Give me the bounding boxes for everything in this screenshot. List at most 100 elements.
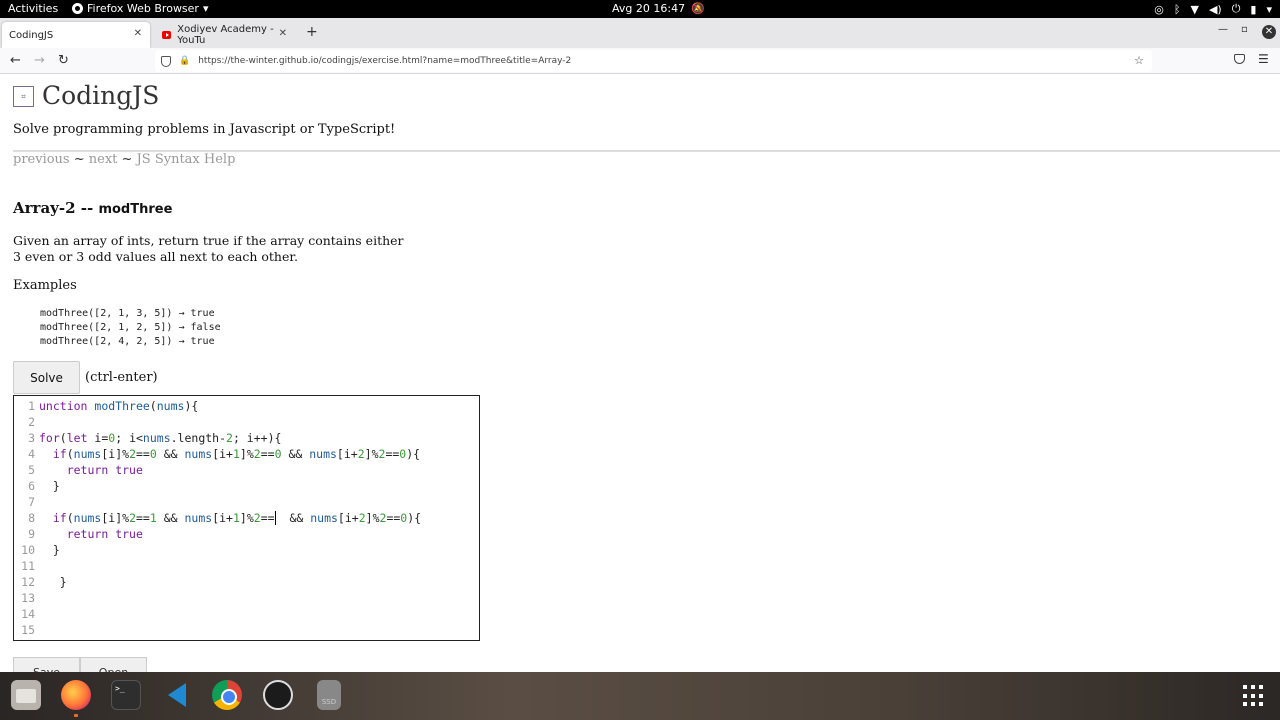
tab-strip: CodingJS ✕ Xodiyev Academy - YouTu ✕ + —… bbox=[0, 18, 1280, 48]
code-line[interactable]: 13 bbox=[14, 590, 479, 606]
bluetooth-icon: ᛒ bbox=[1173, 2, 1181, 16]
app-menu[interactable]: Firefox Web Browser ▾ bbox=[72, 2, 209, 15]
files-icon[interactable] bbox=[11, 680, 41, 710]
problem-category: Array-2 -- bbox=[13, 199, 99, 217]
code-line[interactable]: 11 bbox=[14, 558, 479, 574]
code-text[interactable]: } bbox=[39, 478, 60, 494]
line-number: 9 bbox=[28, 527, 35, 541]
code-line[interactable]: 3 for(let i=0; i<nums.length-2; i++){ bbox=[14, 430, 479, 446]
show-applications-icon[interactable] bbox=[1243, 685, 1265, 707]
code-line[interactable]: 14 bbox=[14, 606, 479, 622]
code-line[interactable]: 4 if(nums[i]%2==0 && nums[i+1]%2==0 && n… bbox=[14, 446, 479, 462]
line-number: 15 bbox=[21, 623, 35, 637]
code-text[interactable]: return true bbox=[39, 526, 143, 542]
hamburger-menu-icon[interactable]: ☰ bbox=[1258, 52, 1269, 66]
terminal-icon[interactable]: >_ bbox=[111, 680, 141, 710]
restore-icon[interactable]: ▫ bbox=[1241, 24, 1248, 35]
clock[interactable]: Avg 20 16:47 🔕 bbox=[612, 2, 705, 15]
line-number: 5 bbox=[28, 463, 35, 477]
code-line[interactable]: 7 bbox=[14, 494, 479, 510]
save-button[interactable]: Save bbox=[13, 657, 80, 672]
minimize-icon[interactable]: — bbox=[1218, 24, 1228, 35]
forward-icon[interactable]: → bbox=[34, 53, 45, 68]
line-number: 11 bbox=[21, 559, 35, 573]
pocket-icon[interactable] bbox=[1234, 54, 1245, 64]
code-text[interactable]: for(let i=0; i<nums.length-2; i++){ bbox=[39, 430, 281, 446]
code-line[interactable]: 5 return true bbox=[14, 462, 479, 478]
line-number: 6 bbox=[28, 479, 35, 493]
problem-title: Array-2 -- modThree bbox=[13, 199, 172, 217]
code-text[interactable]: } bbox=[39, 574, 67, 590]
back-icon[interactable]: ← bbox=[10, 53, 21, 68]
tab-youtube[interactable]: Xodiyev Academy - YouTu ✕ bbox=[155, 22, 295, 48]
solve-shortcut-hint: (ctrl-enter) bbox=[85, 370, 158, 385]
previous-link[interactable]: previous bbox=[13, 152, 70, 167]
close-icon[interactable]: ✕ bbox=[134, 28, 142, 39]
navigation-bar: ← → ↻ 🔒 https://the-winter.github.io/cod… bbox=[0, 48, 1280, 74]
chevron-down-icon: ▾ bbox=[1266, 2, 1272, 16]
obs-icon[interactable] bbox=[263, 680, 293, 710]
code-line[interactable]: 6 } bbox=[14, 478, 479, 494]
notifications-muted-icon: 🔕 bbox=[691, 2, 705, 15]
code-text[interactable]: unction modThree(nums){ bbox=[39, 398, 198, 414]
code-line[interactable]: 8 if(nums[i]%2==1 && nums[i+1]%2== && nu… bbox=[14, 510, 479, 526]
next-link[interactable]: next bbox=[89, 152, 118, 167]
code-line[interactable]: 9 return true bbox=[14, 526, 479, 542]
dock: >_ SSD bbox=[0, 672, 1280, 720]
activities-button[interactable]: Activities bbox=[8, 2, 58, 15]
code-text[interactable]: } bbox=[39, 542, 60, 558]
file-buttons: Save Open bbox=[13, 657, 147, 672]
code-text[interactable]: if(nums[i]%2==0 && nums[i+1]%2==0 && num… bbox=[39, 446, 420, 462]
power-icon: ⏻ bbox=[1231, 2, 1241, 15]
code-line[interactable]: 1 unction modThree(nums){ bbox=[14, 398, 479, 414]
code-line[interactable]: 2 bbox=[14, 414, 479, 430]
url-bar[interactable]: 🔒 https://the-winter.github.io/codingjs/… bbox=[155, 50, 1152, 72]
vscode-icon[interactable] bbox=[162, 680, 192, 710]
problem-name: modThree bbox=[98, 202, 173, 217]
tab-label: Xodiyev Academy - YouTu bbox=[177, 24, 274, 46]
ssd-icon[interactable]: SSD bbox=[317, 680, 341, 710]
app-menu-label: Firefox Web Browser bbox=[87, 2, 199, 15]
new-tab-button[interactable]: + bbox=[306, 24, 318, 40]
tab-codingjs[interactable]: CodingJS ✕ bbox=[2, 22, 150, 48]
example-item: modThree([2, 4, 2, 5]) → true bbox=[40, 336, 215, 347]
examples-list: modThree([2, 1, 3, 5]) → true modThree([… bbox=[40, 307, 221, 349]
open-button[interactable]: Open bbox=[80, 657, 147, 672]
line-number: 12 bbox=[21, 575, 35, 589]
tagline: Solve programming problems in Javascript… bbox=[13, 122, 396, 137]
close-icon[interactable]: ✕ bbox=[279, 28, 287, 39]
line-number: 7 bbox=[28, 495, 35, 509]
youtube-icon bbox=[162, 31, 172, 39]
code-editor[interactable]: 1 unction modThree(nums){ 2 3 for(let i=0;… bbox=[13, 395, 480, 641]
firefox-icon[interactable] bbox=[61, 680, 91, 710]
code-line[interactable]: 12 } bbox=[14, 574, 479, 590]
line-number: 3 bbox=[28, 431, 35, 445]
lock-icon[interactable]: 🔒 bbox=[179, 56, 190, 66]
bookmark-star-icon[interactable]: ☆ bbox=[1134, 54, 1144, 67]
separator: ~ bbox=[69, 152, 89, 167]
exercise-nav: previous ~ next ~ JS Syntax Help bbox=[13, 152, 235, 167]
datetime: Avg 20 16:47 bbox=[612, 2, 686, 15]
line-number: 8 bbox=[28, 511, 35, 525]
system-tray[interactable]: ◎ ᛒ ▼ ◀) ⏻ ▮ ▾ bbox=[1154, 2, 1272, 16]
code-line[interactable]: 15 bbox=[14, 622, 479, 638]
close-window-icon[interactable]: ✕ bbox=[1262, 25, 1276, 39]
reload-icon[interactable]: ↻ bbox=[58, 53, 69, 68]
volume-icon: ◀) bbox=[1208, 2, 1222, 16]
page-content: ⌗ CodingJS Solve programming problems in… bbox=[0, 75, 1280, 672]
tab-label: CodingJS bbox=[9, 29, 54, 41]
tracking-shield-icon[interactable] bbox=[161, 55, 171, 67]
solve-button[interactable]: Solve bbox=[13, 361, 80, 394]
code-line[interactable]: 10 } bbox=[14, 542, 479, 558]
chrome-icon[interactable] bbox=[212, 680, 242, 710]
line-number: 2 bbox=[28, 415, 35, 429]
line-number: 10 bbox=[21, 543, 35, 557]
line-number: 4 bbox=[28, 447, 35, 461]
code-text[interactable]: if(nums[i]%2==1 && nums[i+1]%2== && nums… bbox=[39, 510, 421, 526]
code-text[interactable]: return true bbox=[39, 462, 143, 478]
examples-heading: Examples bbox=[13, 278, 77, 293]
url-text[interactable]: https://the-winter.github.io/codingjs/ex… bbox=[198, 56, 571, 66]
example-item: modThree([2, 1, 2, 5]) → false bbox=[40, 322, 221, 333]
syntax-help-link[interactable]: JS Syntax Help bbox=[137, 152, 236, 167]
line-number: 1 bbox=[28, 399, 35, 413]
